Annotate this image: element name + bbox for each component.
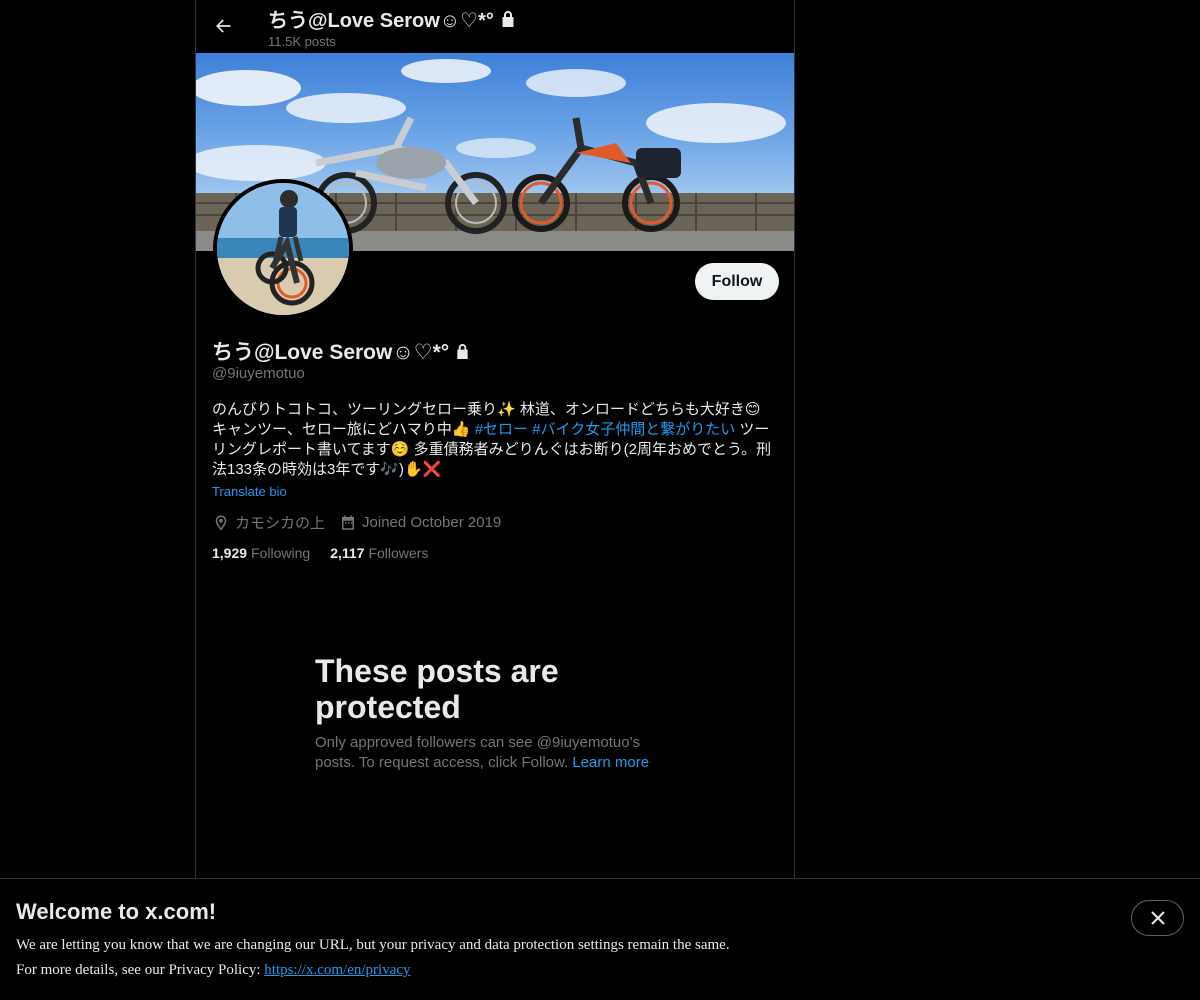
calendar-icon	[342, 515, 355, 530]
followers-count: 2,117	[330, 545, 365, 561]
learn-more-link[interactable]: Learn more	[572, 754, 649, 771]
translate-bio-link[interactable]: Translate bio	[212, 484, 287, 499]
following-link[interactable]: 1,929 Following	[212, 545, 310, 561]
hashtag-link[interactable]: #セロー	[475, 421, 528, 438]
privacy-prefix: For more details, see our Privacy Policy…	[16, 962, 261, 978]
privacy-policy-link[interactable]: https://x.com/en/privacy	[264, 962, 410, 978]
welcome-banner: Welcome to x.com! We are letting you kno…	[0, 878, 1200, 1000]
close-button[interactable]	[1131, 900, 1184, 936]
lock-icon	[502, 10, 514, 27]
posts-count: 11.5K posts	[268, 34, 336, 49]
protected-message: Only approved followers can see @9iuyemo…	[315, 733, 675, 773]
protected-title: These posts are protected	[315, 653, 559, 725]
location-text: カモシカの上	[235, 515, 326, 532]
welcome-title: Welcome to x.com!	[16, 899, 217, 924]
followers-link[interactable]: 2,117 Followers	[330, 545, 428, 561]
display-name: ちう@Love Serow☺♡*°	[212, 341, 450, 364]
close-icon	[1150, 911, 1165, 925]
location: カモシカの上	[212, 512, 325, 533]
profile-meta: カモシカの上 Joined October 2019	[212, 512, 515, 533]
joined-date: Joined October 2019	[339, 514, 501, 532]
avatar-image	[217, 183, 349, 315]
top-bar: ちう@Love Serow☺♡*° 11.5K posts	[196, 0, 794, 53]
following-label: Following	[251, 545, 311, 561]
location-pin-icon	[215, 515, 227, 530]
welcome-privacy-line: For more details, see our Privacy Policy…	[16, 962, 411, 979]
welcome-message: We are letting you know that we are chan…	[16, 937, 730, 953]
follow-button[interactable]: Follow	[695, 263, 779, 300]
arrow-left-icon	[216, 19, 231, 33]
header-title-text: ちう@Love Serow☺♡*°	[268, 10, 494, 32]
profile-name: ちう@Love Serow☺♡*°	[212, 336, 470, 366]
profile-handle: @9iuyemotuo	[212, 365, 305, 382]
avatar[interactable]	[213, 179, 353, 319]
profile-column: ちう@Love Serow☺♡*° 11.5K posts Follow ちう@…	[195, 0, 795, 1000]
header-title: ちう@Love Serow☺♡*°	[268, 4, 516, 33]
followers-label: Followers	[368, 545, 429, 561]
profile-bio: のんびりトコトコ、ツーリングセロー乗り✨ 林道、オンロードどちらも大好き😊 キャ…	[212, 400, 778, 480]
follow-stats: 1,929 Following 2,117 Followers	[212, 545, 448, 561]
lock-icon	[457, 343, 468, 359]
hashtag-link[interactable]: #バイク女子仲間と繋がりたい	[532, 421, 735, 438]
joined-text: Joined October 2019	[362, 514, 502, 531]
following-count: 1,929	[212, 545, 248, 561]
back-button[interactable]	[206, 9, 240, 43]
